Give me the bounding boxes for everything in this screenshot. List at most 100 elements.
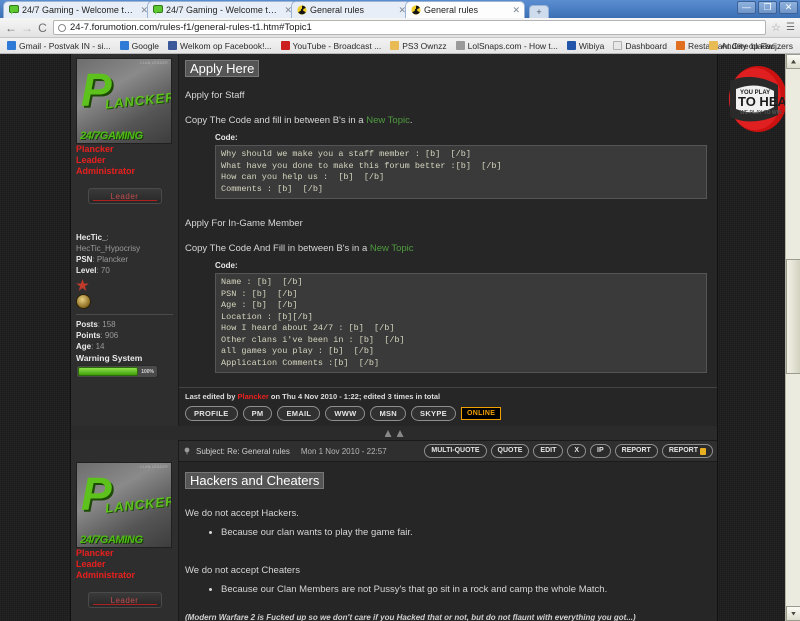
- stat-row: Age: 14: [76, 342, 105, 351]
- warning-system-percent: 100%: [141, 368, 154, 375]
- www-button[interactable]: WWW: [325, 406, 366, 421]
- tab-title: General rules: [310, 5, 365, 15]
- apply-staff-heading: Apply for Staff: [185, 90, 245, 101]
- email-button[interactable]: EMAIL: [277, 406, 321, 421]
- warning-system-fill: [78, 367, 138, 376]
- address-bar[interactable]: 24-7.forumotion.com/rules-f1/general-rul…: [53, 20, 767, 35]
- bookmark-label: Google: [131, 40, 160, 51]
- author-username[interactable]: Plancker: [76, 144, 173, 155]
- bookmark-item[interactable]: PS3 Ownzz: [387, 41, 449, 51]
- list-item: Because our clan wants to play the game …: [221, 526, 709, 540]
- tab-strip: 24/7 Gaming - Welcome to ... ✕ 24/7 Gami…: [0, 0, 800, 18]
- quote-button[interactable]: QUOTE: [490, 444, 530, 458]
- ip-button[interactable]: IP: [590, 444, 611, 458]
- tab-close-icon[interactable]: ✕: [510, 5, 520, 16]
- browser-window: 24/7 Gaming - Welcome to ... ✕ 24/7 Gami…: [0, 0, 800, 621]
- field-label: HecTic_: [76, 233, 107, 242]
- back-to-top-icon[interactable]: [384, 430, 392, 437]
- profile-button[interactable]: PROFILE: [185, 406, 238, 421]
- bookmark-item[interactable]: Welkom op Facebook!...: [165, 41, 275, 51]
- window-controls: — ❐ ✕: [737, 1, 798, 14]
- scrollbar-thumb[interactable]: [786, 259, 800, 374]
- svg-text:WE PLAY TO WIN: WE PLAY TO WIN: [740, 110, 782, 116]
- skype-button[interactable]: SKYPE: [411, 406, 456, 421]
- tab-title: 24/7 Gaming - Welcome to ...: [22, 5, 136, 15]
- chat-bubble-icon: [9, 5, 19, 15]
- browser-tab-3[interactable]: General rules ✕: [291, 1, 411, 18]
- post-author-column: CLAN LEADER P LANCKER 24/7GAMING Plancke…: [71, 440, 179, 621]
- bookmark-item[interactable]: Dashboard: [610, 41, 670, 51]
- browser-tab-1[interactable]: 24/7 Gaming - Welcome to ... ✕: [3, 1, 153, 18]
- msn-button[interactable]: MSN: [370, 406, 407, 421]
- delete-button[interactable]: X: [567, 444, 587, 458]
- post-2-body: Hackers and Cheaters We do not accept Ha…: [179, 462, 717, 621]
- report-button[interactable]: REPORT: [614, 444, 658, 458]
- svg-text:TO HEAT: TO HEAT: [738, 94, 792, 109]
- clan-badge-icon[interactable]: YOU PLAY TO HEAT WE PLAY TO WIN: [722, 61, 792, 139]
- youtube-icon: [280, 41, 290, 50]
- rank-badge: Leader: [87, 592, 162, 608]
- bookmark-item[interactable]: Gmail - Postvak IN - si...: [4, 41, 114, 51]
- chevron-up-icon: [791, 59, 796, 64]
- online-badge: ONLINE: [460, 407, 502, 420]
- copy-code-staff-line: Copy The Code and fill in between B's in…: [185, 114, 709, 127]
- scroll-down-button[interactable]: [786, 606, 800, 621]
- reload-icon[interactable]: C: [37, 22, 48, 34]
- post-2-footnote: (Modern Warfare 2 is Fucked up so we don…: [185, 613, 636, 621]
- forward-icon[interactable]: →: [21, 22, 33, 34]
- bookmark-item[interactable]: Wibiya: [564, 41, 608, 51]
- bookmark-star-icon[interactable]: ☆: [771, 21, 781, 34]
- hackers-bullet-list: Because our clan wants to play the game …: [185, 526, 709, 540]
- stat-value: 14: [95, 342, 105, 351]
- post-2-title: Hackers and Cheaters: [185, 472, 325, 489]
- wrench-menu-icon[interactable]: ☰: [786, 22, 795, 33]
- navigation-bar: ← → C 24-7.forumotion.com/rules-f1/gener…: [0, 18, 800, 38]
- scroll-up-button[interactable]: [786, 54, 800, 69]
- medal-list: [76, 279, 173, 309]
- back-icon[interactable]: ←: [5, 22, 17, 34]
- new-topic-link[interactable]: New Topic: [370, 243, 414, 254]
- edit-button[interactable]: EDIT: [533, 444, 564, 458]
- bookmark-item[interactable]: Google: [117, 41, 162, 51]
- post-1-button-row: PROFILE PM EMAIL WWW MSN SKYPE ONLINE: [179, 404, 717, 426]
- stat-label: Posts: [76, 320, 98, 329]
- google-icon: [119, 41, 129, 50]
- address-bar-url: 24-7.forumotion.com/rules-f1/general-rul…: [70, 22, 312, 33]
- last-edited-suffix: on Thu 4 Nov 2010 - 1:22; edited 3 times…: [268, 392, 441, 401]
- pm-button[interactable]: PM: [242, 406, 273, 421]
- bookmark-item[interactable]: LolSnaps.com - How t...: [453, 41, 561, 51]
- bookmarks-overflow[interactable]: Andere bladwijzers: [706, 41, 796, 51]
- radiation-icon: [411, 5, 421, 15]
- multi-quote-button[interactable]: MULTI-QUOTE: [424, 444, 487, 458]
- page-icon: [455, 41, 465, 50]
- restaurant-city-icon: [675, 41, 685, 50]
- post-author-column: CLAN LEADER P LANCKER 24/7GAMING Plancke…: [71, 54, 179, 426]
- author-rank-line-2: Administrator: [76, 570, 136, 580]
- new-topic-link[interactable]: New Topic: [366, 115, 410, 126]
- close-button[interactable]: ✕: [779, 1, 798, 14]
- list-item: Because our Clan Members are not Pussy's…: [221, 583, 709, 597]
- divider: [76, 314, 173, 315]
- tab-title: General rules: [424, 5, 479, 15]
- bookmark-item[interactable]: YouTube - Broadcast ...: [278, 41, 385, 51]
- field-value: Plancker: [96, 255, 129, 264]
- avatar-logo-word: LANCKER: [104, 89, 172, 112]
- code-label: Code:: [215, 261, 238, 270]
- back-to-top-icon[interactable]: [396, 430, 404, 437]
- bookmark-label: Wibiya: [578, 40, 605, 51]
- page-scrollbar[interactable]: [785, 54, 800, 621]
- browser-tab-4[interactable]: General rules ✕: [405, 1, 525, 18]
- browser-tab-2[interactable]: 24/7 Gaming - Welcome to ... ✕: [147, 1, 297, 18]
- bookmark-label: Gmail - Postvak IN - si...: [19, 40, 111, 51]
- minimize-button[interactable]: —: [737, 1, 756, 14]
- warning-system-label: Warning System: [76, 353, 143, 363]
- report-locked-button[interactable]: REPORT: [661, 444, 713, 458]
- maximize-button[interactable]: ❐: [758, 1, 777, 14]
- code-label: Code:: [215, 133, 238, 142]
- stat-value: 158: [102, 320, 116, 329]
- author-username[interactable]: Plancker: [76, 548, 173, 559]
- new-tab-button[interactable]: +: [529, 5, 549, 18]
- author-rank-line-2: Administrator: [76, 166, 136, 176]
- bookmark-label: LolSnaps.com - How t...: [467, 40, 558, 51]
- report-locked-label: REPORT: [668, 447, 698, 454]
